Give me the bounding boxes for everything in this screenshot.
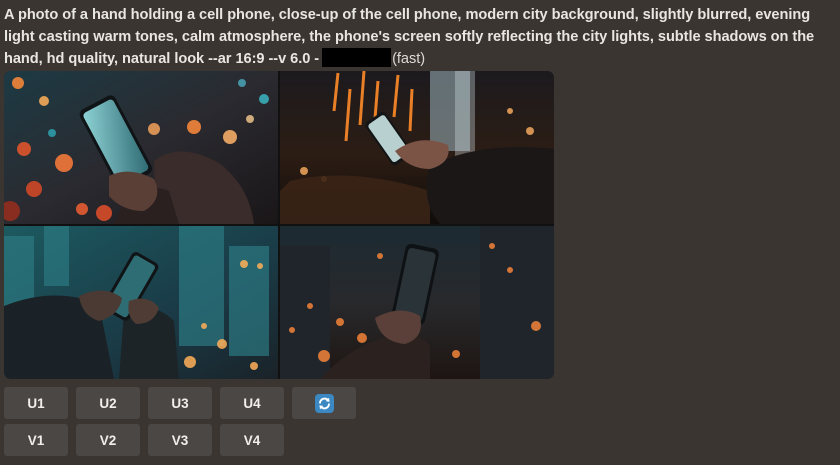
variation-3-button[interactable]: V3 xyxy=(148,424,212,456)
upscale-3-button[interactable]: U3 xyxy=(148,387,212,419)
redacted-username xyxy=(322,48,392,67)
chat-message: A photo of a hand holding a cell phone, … xyxy=(0,0,840,465)
grid-image-4[interactable] xyxy=(280,226,554,379)
grid-image-2[interactable] xyxy=(280,71,554,224)
upscale-2-button[interactable]: U2 xyxy=(76,387,140,419)
grid-image-1[interactable] xyxy=(4,71,278,224)
variation-1-button[interactable]: V1 xyxy=(4,424,68,456)
image-grid[interactable] xyxy=(4,71,554,379)
variation-4-button[interactable]: V4 xyxy=(220,424,284,456)
reroll-button[interactable] xyxy=(292,387,356,419)
prompt-text: A photo of a hand holding a cell phone, … xyxy=(4,4,836,70)
refresh-icon xyxy=(314,393,334,413)
generation-mode: (fast) xyxy=(392,51,426,67)
grid-image-3[interactable] xyxy=(4,226,278,379)
variation-2-button[interactable]: V2 xyxy=(76,424,140,456)
upscale-1-button[interactable]: U1 xyxy=(4,387,68,419)
upscale-4-button[interactable]: U4 xyxy=(220,387,284,419)
